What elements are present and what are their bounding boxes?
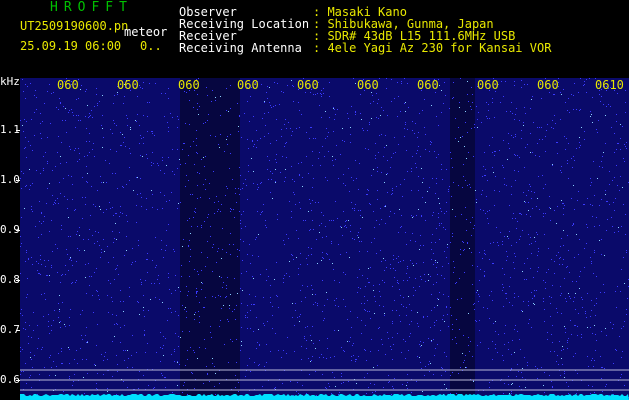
y-tick-mark bbox=[16, 280, 20, 281]
x-tick-label: 060 bbox=[297, 78, 319, 92]
y-tick-mark bbox=[16, 180, 20, 181]
x-tick-label: 060 bbox=[357, 78, 379, 92]
x-tick-label: 060 bbox=[477, 78, 499, 92]
filename-label: UT2509190600.pn bbox=[20, 19, 129, 33]
x-tick-label: 060 bbox=[178, 78, 200, 92]
y-tick-mark bbox=[16, 380, 20, 381]
x-tick-label: 060 bbox=[237, 78, 259, 92]
program-title: HROFFT bbox=[50, 0, 133, 15]
x-tick-label: 060 bbox=[57, 78, 79, 92]
baseline-signal bbox=[20, 394, 629, 400]
x-tick-label: 060 bbox=[117, 78, 139, 92]
y-tick-mark bbox=[16, 330, 20, 331]
antenna-label: Receiving Antenna bbox=[179, 41, 302, 55]
x-tick-label: 0610 bbox=[595, 78, 624, 92]
spectrogram-canvas bbox=[20, 78, 629, 400]
dark-band bbox=[450, 78, 475, 400]
spectrogram-plot bbox=[20, 78, 629, 400]
y-unit-label: kHz bbox=[0, 75, 20, 88]
dark-band bbox=[180, 78, 240, 400]
bright-dots bbox=[22, 80, 625, 400]
meteor-count: 0.. bbox=[140, 39, 162, 53]
meteor-label: meteor bbox=[124, 25, 168, 39]
antenna-value: : 4ele Yagi Az 230 for Kansai VOR bbox=[313, 41, 552, 55]
datetime-label: 25.09.19 06:00 bbox=[20, 39, 122, 53]
x-tick-label: 060 bbox=[417, 78, 439, 92]
x-tick-label: 060 bbox=[537, 78, 559, 92]
noise-dots bbox=[20, 78, 629, 400]
y-tick-mark bbox=[16, 130, 20, 131]
y-tick-mark bbox=[16, 230, 20, 231]
